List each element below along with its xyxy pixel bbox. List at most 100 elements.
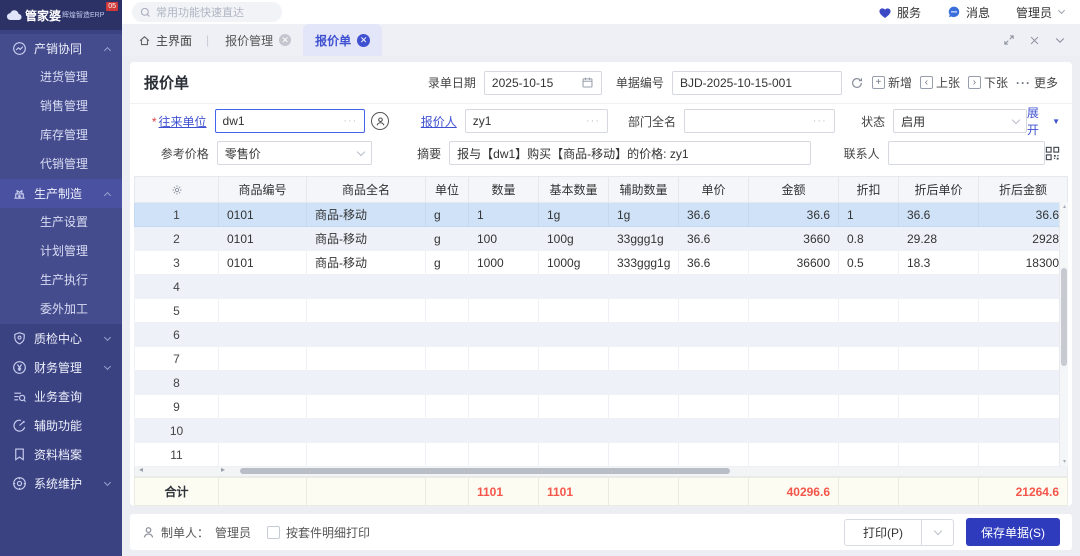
grid-cell[interactable] xyxy=(609,419,679,443)
print-options-button[interactable] xyxy=(922,519,954,546)
grid-cell[interactable] xyxy=(899,275,979,299)
partner-label[interactable]: 往来单位 xyxy=(159,115,207,129)
grid-cell[interactable] xyxy=(899,443,979,467)
scroll-right-icon[interactable]: ▸ xyxy=(221,465,225,474)
grid-cell[interactable] xyxy=(609,323,679,347)
grid-cell[interactable] xyxy=(839,347,899,371)
grid-cell[interactable]: 1g xyxy=(539,203,609,227)
sidebar-item-ziliao[interactable]: 资料档案 xyxy=(0,440,122,469)
grid-cell[interactable] xyxy=(469,323,539,347)
grid-cell[interactable]: 1 xyxy=(839,203,899,227)
grid-cell[interactable] xyxy=(899,347,979,371)
sidebar-item-fuzhu[interactable]: 辅助功能 xyxy=(0,411,122,440)
grid-cell[interactable] xyxy=(679,443,749,467)
table-row[interactable]: 10 xyxy=(135,419,1068,443)
grid-cell[interactable] xyxy=(979,275,1068,299)
table-row[interactable]: 6 xyxy=(135,323,1068,347)
grid-cell[interactable] xyxy=(426,443,469,467)
collapse-tabs-icon[interactable] xyxy=(1054,34,1066,46)
grid-cell[interactable]: 商品-移动 xyxy=(307,251,426,275)
grid-cell[interactable]: 36.6 xyxy=(979,203,1068,227)
messages-menu[interactable]: 消息 xyxy=(947,4,990,21)
ref-price-select[interactable]: 零售价 xyxy=(217,141,372,165)
grid-cell[interactable] xyxy=(469,443,539,467)
grid-cell[interactable]: 36.6 xyxy=(749,203,839,227)
grid-cell[interactable] xyxy=(899,371,979,395)
grid-cell[interactable]: 0101 xyxy=(219,227,307,251)
table-row[interactable]: 9 xyxy=(135,395,1068,419)
grid-cell[interactable] xyxy=(219,323,307,347)
tab-home[interactable]: 主界面 xyxy=(134,24,202,56)
grid-cell[interactable] xyxy=(539,275,609,299)
close-window-icon[interactable] xyxy=(1029,35,1040,46)
grid-cell[interactable] xyxy=(679,371,749,395)
grid-cell[interactable]: 2928 xyxy=(979,227,1068,251)
vertical-scroll-thumb[interactable] xyxy=(1061,268,1067,366)
grid-cell[interactable] xyxy=(839,323,899,347)
grid-cell[interactable]: 0.5 xyxy=(839,251,899,275)
tab-quote-form[interactable]: 报价单 ✕ xyxy=(303,24,382,56)
grid-cell[interactable] xyxy=(979,347,1068,371)
grid-cell[interactable] xyxy=(469,275,539,299)
sidebar-item-weiwai[interactable]: 委外加工 xyxy=(0,295,122,324)
print-by-kit-checkbox[interactable] xyxy=(267,526,280,539)
grid-cell[interactable] xyxy=(539,347,609,371)
more-button[interactable]: ···更多 xyxy=(1016,74,1058,91)
col-header[interactable]: 折后单价 xyxy=(899,177,979,203)
grid-cell[interactable] xyxy=(469,371,539,395)
grid-cell[interactable] xyxy=(219,443,307,467)
grid-cell[interactable] xyxy=(539,395,609,419)
expand-form-button[interactable]: 展开▼ xyxy=(1027,104,1060,138)
sidebar-item-caiwu[interactable]: 财务管理 xyxy=(0,353,122,382)
next-record-button[interactable]: ›下张 xyxy=(968,74,1008,91)
grid-cell[interactable] xyxy=(839,275,899,299)
ellipsis-picker-icon[interactable]: ··· xyxy=(813,115,827,127)
grid-cell[interactable]: 100 xyxy=(469,227,539,251)
table-row[interactable]: 11 xyxy=(135,443,1068,467)
col-header[interactable]: 单位 xyxy=(426,177,469,203)
grid-cell[interactable] xyxy=(469,347,539,371)
sidebar-item-jinhuo[interactable]: 进货管理 xyxy=(0,63,122,92)
table-row[interactable]: 10101商品-移动g11g1g36.636.6136.636.6 xyxy=(135,203,1068,227)
grid-cell[interactable] xyxy=(219,371,307,395)
scroll-up-icon[interactable]: ▴ xyxy=(1061,203,1068,210)
prev-record-button[interactable]: ‹上张 xyxy=(920,74,960,91)
grid-cell[interactable] xyxy=(749,323,839,347)
grid-cell[interactable] xyxy=(539,299,609,323)
grid-cell[interactable]: 1g xyxy=(609,203,679,227)
grid-cell[interactable] xyxy=(219,419,307,443)
grid-cell[interactable] xyxy=(426,323,469,347)
grid-cell[interactable] xyxy=(609,371,679,395)
table-row[interactable]: 7 xyxy=(135,347,1068,371)
grid-cell[interactable] xyxy=(749,275,839,299)
col-header[interactable]: 基本数量 xyxy=(539,177,609,203)
grid-cell[interactable] xyxy=(307,443,426,467)
grid-cell[interactable]: 1000 xyxy=(469,251,539,275)
col-header[interactable]: 折后金额 xyxy=(979,177,1068,203)
grid-cell[interactable]: g xyxy=(426,227,469,251)
grid-cell[interactable]: g xyxy=(426,251,469,275)
sidebar-item-daixiao[interactable]: 代销管理 xyxy=(0,150,122,179)
grid-cell[interactable] xyxy=(307,371,426,395)
grid-cell[interactable] xyxy=(307,299,426,323)
partner-field[interactable]: dw1 ··· xyxy=(215,109,366,133)
col-header[interactable]: 数量 xyxy=(469,177,539,203)
ellipsis-picker-icon[interactable]: ··· xyxy=(586,115,600,127)
quoter-label[interactable]: 报价人 xyxy=(409,113,464,130)
grid-cell[interactable]: 18300 xyxy=(979,251,1068,275)
grid-cell[interactable] xyxy=(839,395,899,419)
grid-cell[interactable] xyxy=(539,323,609,347)
grid-cell[interactable]: g xyxy=(426,203,469,227)
grid-cell[interactable] xyxy=(609,347,679,371)
table-row[interactable]: 8 xyxy=(135,371,1068,395)
scan-qr-icon[interactable] xyxy=(1045,146,1060,161)
quick-search-input[interactable]: 常用功能快速直达 xyxy=(132,2,282,22)
grid-cell[interactable]: 33ggg1g xyxy=(609,227,679,251)
grid-cell[interactable] xyxy=(979,323,1068,347)
col-header[interactable]: 商品全名 xyxy=(307,177,426,203)
table-row[interactable]: 4 xyxy=(135,275,1068,299)
grid-cell[interactable]: 36.6 xyxy=(899,203,979,227)
grid-cell[interactable] xyxy=(679,395,749,419)
save-button[interactable]: 保存单据(S) xyxy=(966,518,1060,546)
grid-cell[interactable]: 1000g xyxy=(539,251,609,275)
